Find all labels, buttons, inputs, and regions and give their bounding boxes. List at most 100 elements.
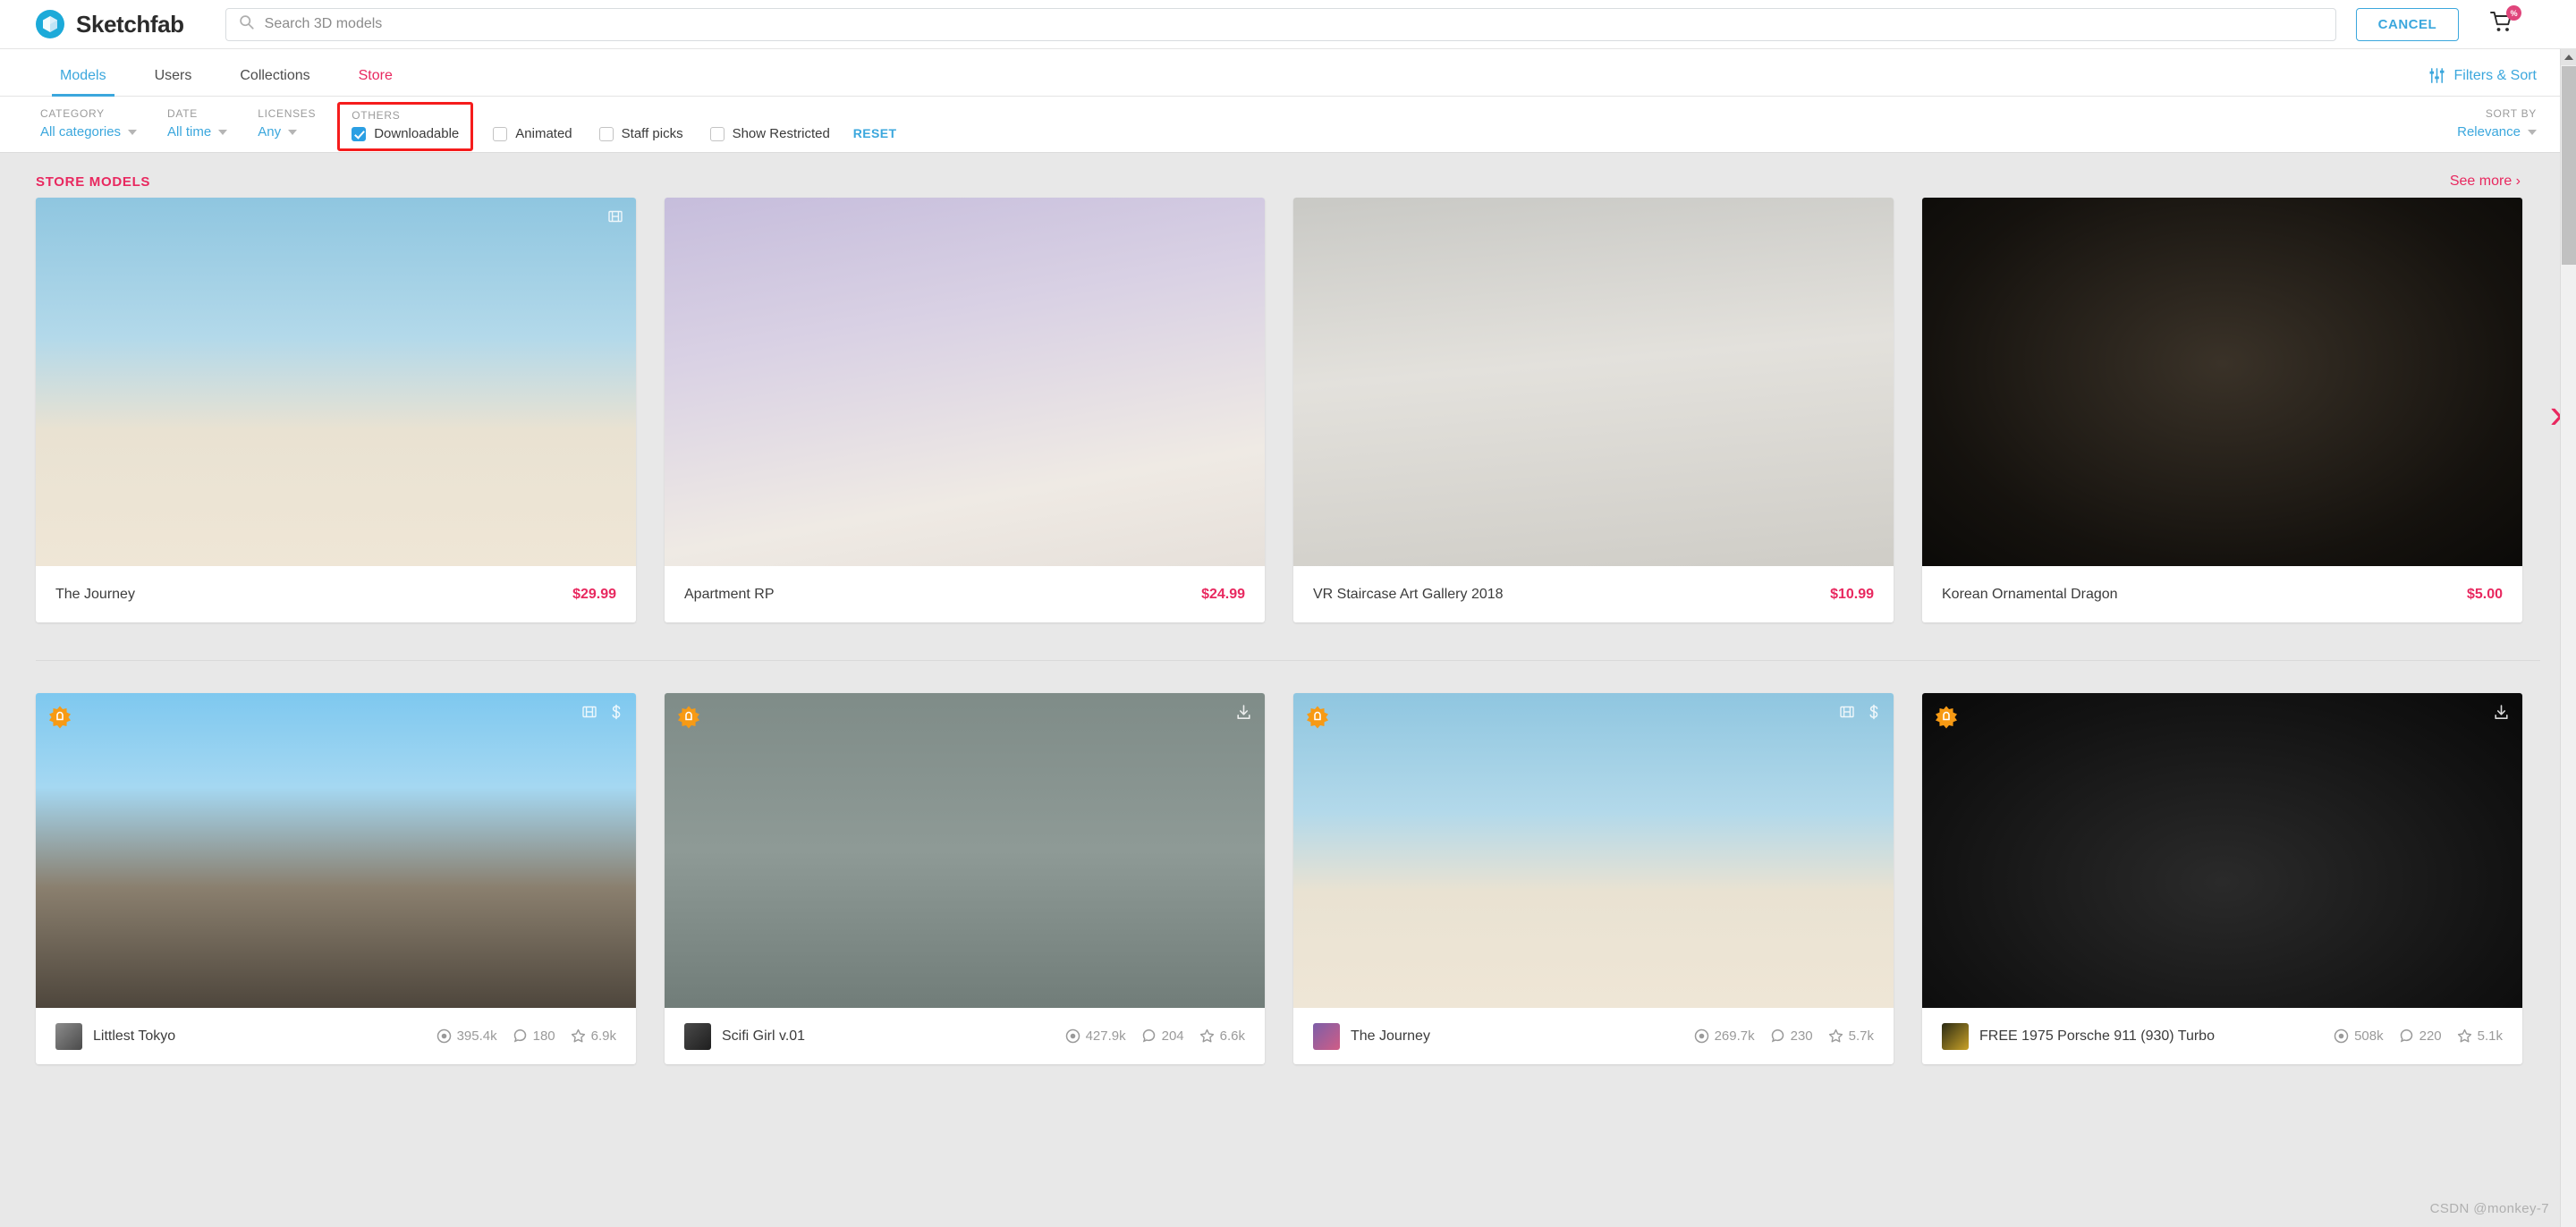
model-card-thumbnail[interactable] [665,693,1265,1008]
checkbox-downloadable-box[interactable] [352,126,367,141]
likes-stat: 6.9k [571,1028,616,1044]
model-card-title: Littlest Tokyo [93,1028,176,1044]
tab-models[interactable]: Models [36,69,131,97]
eye-icon [1065,1028,1080,1044]
filter-category-dropdown[interactable]: All categories [40,124,138,140]
model-card-thumbnail[interactable] [36,693,636,1008]
filter-licenses-dropdown[interactable]: Any [258,124,316,140]
nav-tabs-bar: Models Users Collections Store Filters &… [0,49,2576,97]
filter-date: DATE All time [157,107,238,140]
views-stat: 269.7k [1694,1028,1755,1044]
store-card-corner-icons [607,208,623,224]
model-card-stats: 395.4k 180 6.9k [436,1028,616,1044]
model-card-corner-icons [1235,704,1252,721]
checkbox-show-restricted-box[interactable] [709,126,724,141]
model-card-footer: The Journey 269.7k 230 5.7k [1293,1008,1894,1064]
comment-icon [1770,1028,1785,1044]
checkbox-show-restricted[interactable]: Show Restricted [709,126,830,141]
brand-name: Sketchfab [76,10,184,38]
model-card-title: Scifi Girl v.01 [722,1028,806,1044]
likes-count: 6.6k [1219,1028,1245,1044]
model-card-footer: FREE 1975 Porsche 911 (930) Turbo 508k 2… [1922,1008,2522,1064]
sort-by-label: SORT BY [2485,107,2537,120]
vertical-scrollbar[interactable] [2560,49,2576,1227]
cart-badge: % [2506,5,2522,21]
model-card[interactable]: Littlest Tokyo 395.4k 180 6.9k [36,693,636,1064]
filter-date-label: DATE [167,107,198,120]
star-icon [1199,1028,1215,1044]
avatar[interactable] [684,1022,711,1050]
store-card-thumbnail[interactable] [1922,198,2522,566]
checkbox-animated-label: Animated [515,126,572,141]
search-container [225,7,2336,41]
avatar[interactable] [55,1022,82,1050]
model-card[interactable]: Scifi Girl v.01 427.9k 204 6.6k [665,693,1265,1064]
sort-by-value: Relevance [2457,124,2521,140]
comments-stat: 220 [2399,1028,2442,1044]
store-card-footer: VR Staircase Art Gallery 2018 $10.99 [1293,566,1894,622]
tab-collections[interactable]: Collections [216,69,334,96]
search-box[interactable] [225,7,2336,41]
comments-count: 180 [532,1028,555,1044]
views-stat: 395.4k [436,1028,497,1044]
store-card-footer: Apartment RP $24.99 [665,566,1265,622]
download-icon [1235,704,1252,721]
cart-button[interactable]: % [2484,5,2522,42]
model-card[interactable]: FREE 1975 Porsche 911 (930) Turbo 508k 2… [1922,693,2522,1064]
search-input[interactable] [264,16,2335,32]
scrollbar-thumb[interactable] [2562,66,2576,265]
reset-filters-link[interactable]: RESET [853,126,897,140]
store-card-thumbnail[interactable] [665,198,1265,566]
filter-licenses-label: LICENSES [258,107,317,120]
avatar[interactable] [1942,1022,1969,1050]
comments-count: 230 [1790,1028,1813,1044]
store-card[interactable]: Korean Ornamental Dragon $5.00 [1922,198,2522,622]
filter-date-value: All time [167,124,212,140]
avatar[interactable] [1313,1022,1340,1050]
store-models-title: STORE MODELS [36,173,151,190]
see-more-link[interactable]: See more › [2450,173,2540,190]
scrollbar-up-button[interactable] [2561,49,2576,65]
store-card[interactable]: The Journey $29.99 [36,198,636,622]
cancel-button[interactable]: CANCEL [2355,7,2460,41]
star-icon [2457,1028,2472,1044]
model-card-thumbnail[interactable] [1922,693,2522,1008]
comments-stat: 230 [1770,1028,1813,1044]
filter-category-value: All categories [40,124,122,140]
store-card[interactable]: VR Staircase Art Gallery 2018 $10.99 [1293,198,1894,622]
sort-by-dropdown[interactable]: Relevance [2457,124,2537,140]
download-icon [2493,704,2510,721]
views-stat: 427.9k [1065,1028,1126,1044]
views-count: 395.4k [456,1028,497,1044]
checkbox-animated[interactable]: Animated [493,126,572,141]
model-card-thumbnail[interactable] [1293,693,1894,1008]
film-icon [1839,704,1855,720]
filter-category: CATEGORY All categories [30,107,148,140]
store-card-thumbnail[interactable] [1293,198,1894,566]
model-card[interactable]: The Journey 269.7k 230 5.7k [1293,693,1894,1064]
model-card-stats: 508k 220 5.1k [2334,1028,2503,1044]
checkbox-animated-box[interactable] [493,126,508,141]
tab-users[interactable]: Users [131,69,216,96]
checkbox-downloadable-label: Downloadable [374,126,460,141]
filters-and-sort-button[interactable]: Filters & Sort [2428,67,2553,96]
checkbox-staff-picks[interactable]: Staff picks [598,126,683,141]
checkbox-downloadable[interactable]: Downloadable [352,126,459,141]
top-bar: Sketchfab CANCEL % [0,0,2576,49]
store-card-title: Apartment RP [684,586,775,602]
tab-store[interactable]: Store [335,69,417,96]
model-card-title: FREE 1975 Porsche 911 (930) Turbo [1979,1028,2215,1044]
sketchfab-logo-icon [36,10,64,38]
eye-icon [436,1028,452,1044]
filter-bar: CATEGORY All categories DATE All time LI… [0,97,2576,153]
chevron-up-icon [2564,55,2573,60]
store-card-footer: The Journey $29.99 [36,566,636,622]
award-badge-icon [677,706,700,729]
checkbox-staff-picks-box[interactable] [598,126,614,141]
store-card[interactable]: Apartment RP $24.99 [665,198,1265,622]
likes-stat: 5.1k [2457,1028,2503,1044]
brand[interactable]: Sketchfab [36,10,184,38]
store-card-thumbnail[interactable] [36,198,636,566]
checkbox-staff-picks-label: Staff picks [621,126,683,141]
filter-date-dropdown[interactable]: All time [167,124,228,140]
